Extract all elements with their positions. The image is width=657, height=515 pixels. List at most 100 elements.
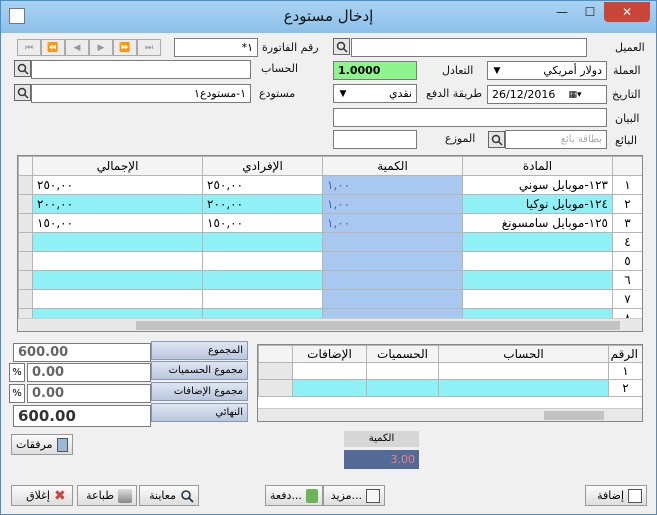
discount-cell[interactable] (366, 379, 439, 397)
unit-price-cell[interactable] (202, 289, 323, 309)
payment-dropdown-icon[interactable]: ▼ (335, 85, 351, 102)
item-cell[interactable] (462, 232, 613, 252)
table-row[interactable]: ٣ ١٢٥-موبايل سامسونغ ١,٠٠ ١٥٠,٠٠ ١٥٠,٠٠ (18, 213, 642, 233)
additions-column-header[interactable]: الإضافات (292, 345, 367, 363)
add-icon (628, 488, 642, 503)
unit-price-cell[interactable] (202, 232, 323, 252)
close-window-button[interactable]: ✕ (604, 2, 650, 22)
quantity-cell[interactable]: ١,٠٠ (322, 194, 463, 214)
table-row[interactable]: ٤ (18, 232, 642, 252)
discount-account-cell[interactable] (438, 362, 609, 380)
table-row[interactable]: ٦ (18, 270, 642, 290)
exchange-label: التعادل (442, 64, 474, 77)
quantity-cell[interactable] (322, 251, 463, 271)
total-cell: ٢٥٠,٠٠ (32, 175, 203, 195)
payment-button[interactable]: دفعة... (265, 485, 323, 506)
quantity-cell[interactable] (322, 232, 463, 252)
discounts-percent-toggle[interactable]: % (9, 363, 25, 382)
additions-total-value: 0.00 (27, 384, 151, 403)
customer-field[interactable] (351, 38, 587, 57)
next-page-icon[interactable]: ⏩ (113, 39, 137, 56)
print-button[interactable]: طباعة (77, 485, 137, 506)
more-button[interactable]: مزيد... (323, 485, 385, 506)
first-record-icon[interactable]: ⏮ (17, 39, 41, 56)
unit-price-cell[interactable]: ١٥٠,٠٠ (202, 213, 323, 233)
warehouse-field[interactable]: ١-مستودع١ (31, 84, 251, 103)
warehouse-lookup-icon[interactable] (14, 84, 31, 101)
date-field[interactable]: 26/12/2016 (487, 85, 607, 104)
attachments-button[interactable]: مرفقات (11, 434, 73, 455)
invoice-number-field[interactable]: *١ (174, 38, 258, 57)
item-cell[interactable]: ١٢٣-موبايل سوني (462, 175, 613, 195)
total-column-header[interactable]: الإجمالي (32, 156, 203, 176)
distributor-field[interactable] (333, 130, 417, 149)
final-total-value: 600.00 (13, 405, 151, 427)
prev-page-icon[interactable]: ⏪ (41, 39, 65, 56)
unit-price-column-header[interactable]: الإفرادي (202, 156, 323, 176)
magnifier-icon (180, 489, 194, 503)
currency-select[interactable]: دولار أمريكي (487, 61, 607, 80)
item-cell[interactable]: ١٢٤-موبايل نوكيا (462, 194, 613, 214)
customer-lookup-icon[interactable] (333, 38, 350, 55)
distributor-label: الموزع (445, 132, 476, 145)
exchange-rate-field[interactable]: 1.0000 (333, 61, 417, 80)
item-cell[interactable]: ١٢٥-موبايل سامسونغ (462, 213, 613, 233)
preview-button[interactable]: معاينة (139, 485, 199, 506)
table-row[interactable]: ١ (258, 362, 642, 380)
seller-field[interactable]: بطاقة بائع (505, 130, 607, 149)
total-cell (32, 270, 203, 290)
scroll-corner (18, 156, 33, 176)
sum-label: المجموع (151, 341, 248, 360)
statement-field[interactable] (333, 108, 607, 127)
quantity-cell[interactable] (322, 270, 463, 290)
item-cell[interactable] (462, 289, 613, 309)
account-lookup-icon[interactable] (14, 60, 31, 77)
total-cell (32, 251, 203, 271)
maximize-button[interactable]: ☐ (576, 2, 604, 22)
item-cell[interactable] (462, 270, 613, 290)
prev-record-icon[interactable]: ◀ (65, 39, 89, 56)
table-row[interactable]: ٢ ١٢٤-موبايل نوكيا ١,٠٠ ٢٠٠,٠٠ ٢٠٠,٠٠ (18, 194, 642, 214)
unit-price-cell[interactable]: ٢٠٠,٠٠ (202, 194, 323, 214)
last-record-icon[interactable]: ⏭ (137, 39, 161, 56)
account-field[interactable] (31, 60, 251, 79)
table-row[interactable]: ٧ (18, 289, 642, 309)
item-cell[interactable] (462, 251, 613, 271)
discount-number-header[interactable]: الرقم (608, 345, 642, 363)
discount-cell[interactable] (366, 362, 439, 380)
minimize-button[interactable]: — (548, 2, 576, 22)
printer-icon (118, 488, 132, 503)
account-label: الحساب (261, 62, 299, 75)
quantity-cell[interactable]: ١,٠٠ (322, 175, 463, 195)
seller-label: البائع (615, 134, 637, 147)
sum-value: 600.00 (13, 343, 151, 362)
unit-price-cell[interactable] (202, 251, 323, 271)
discounts-grid: الرقم الحساب الحسميات الإضافات ١ ٢ (257, 344, 643, 422)
additions-percent-toggle[interactable]: % (9, 384, 25, 403)
discount-account-cell[interactable] (438, 379, 609, 397)
quantity-cell[interactable]: ١,٠٠ (322, 213, 463, 233)
statement-label: البيان (615, 112, 640, 125)
unit-price-cell[interactable] (202, 270, 323, 290)
discount-account-header[interactable]: الحساب (438, 345, 609, 363)
add-button[interactable]: إضافة (585, 485, 647, 506)
total-cell: ٢٠٠,٠٠ (32, 194, 203, 214)
item-column-header[interactable]: المادة (462, 156, 613, 176)
table-row[interactable]: ٥ (18, 251, 642, 271)
addition-cell[interactable] (292, 379, 367, 397)
currency-dropdown-icon[interactable]: ▼ (489, 62, 505, 79)
table-row[interactable]: ٢ (258, 379, 642, 397)
items-horizontal-scrollbar[interactable] (18, 318, 642, 331)
calendar-icon[interactable]: ▦▾ (567, 86, 583, 103)
close-button[interactable]: إغلاق ✖ (11, 485, 73, 506)
quantity-column-header[interactable]: الكمية (322, 156, 463, 176)
next-record-icon[interactable]: ▶ (89, 39, 113, 56)
table-row[interactable]: ١ ١٢٣-موبايل سوني ١,٠٠ ٢٥٠,٠٠ ٢٥٠,٠٠ (18, 175, 642, 195)
discounts-total-label: مجموع الحسميات (151, 361, 248, 380)
seller-lookup-icon[interactable] (488, 131, 505, 148)
addition-cell[interactable] (292, 362, 367, 380)
unit-price-cell[interactable]: ٢٥٠,٠٠ (202, 175, 323, 195)
discounts-column-header[interactable]: الحسميات (366, 345, 439, 363)
quantity-cell[interactable] (322, 289, 463, 309)
discounts-horizontal-scrollbar[interactable] (258, 408, 642, 421)
